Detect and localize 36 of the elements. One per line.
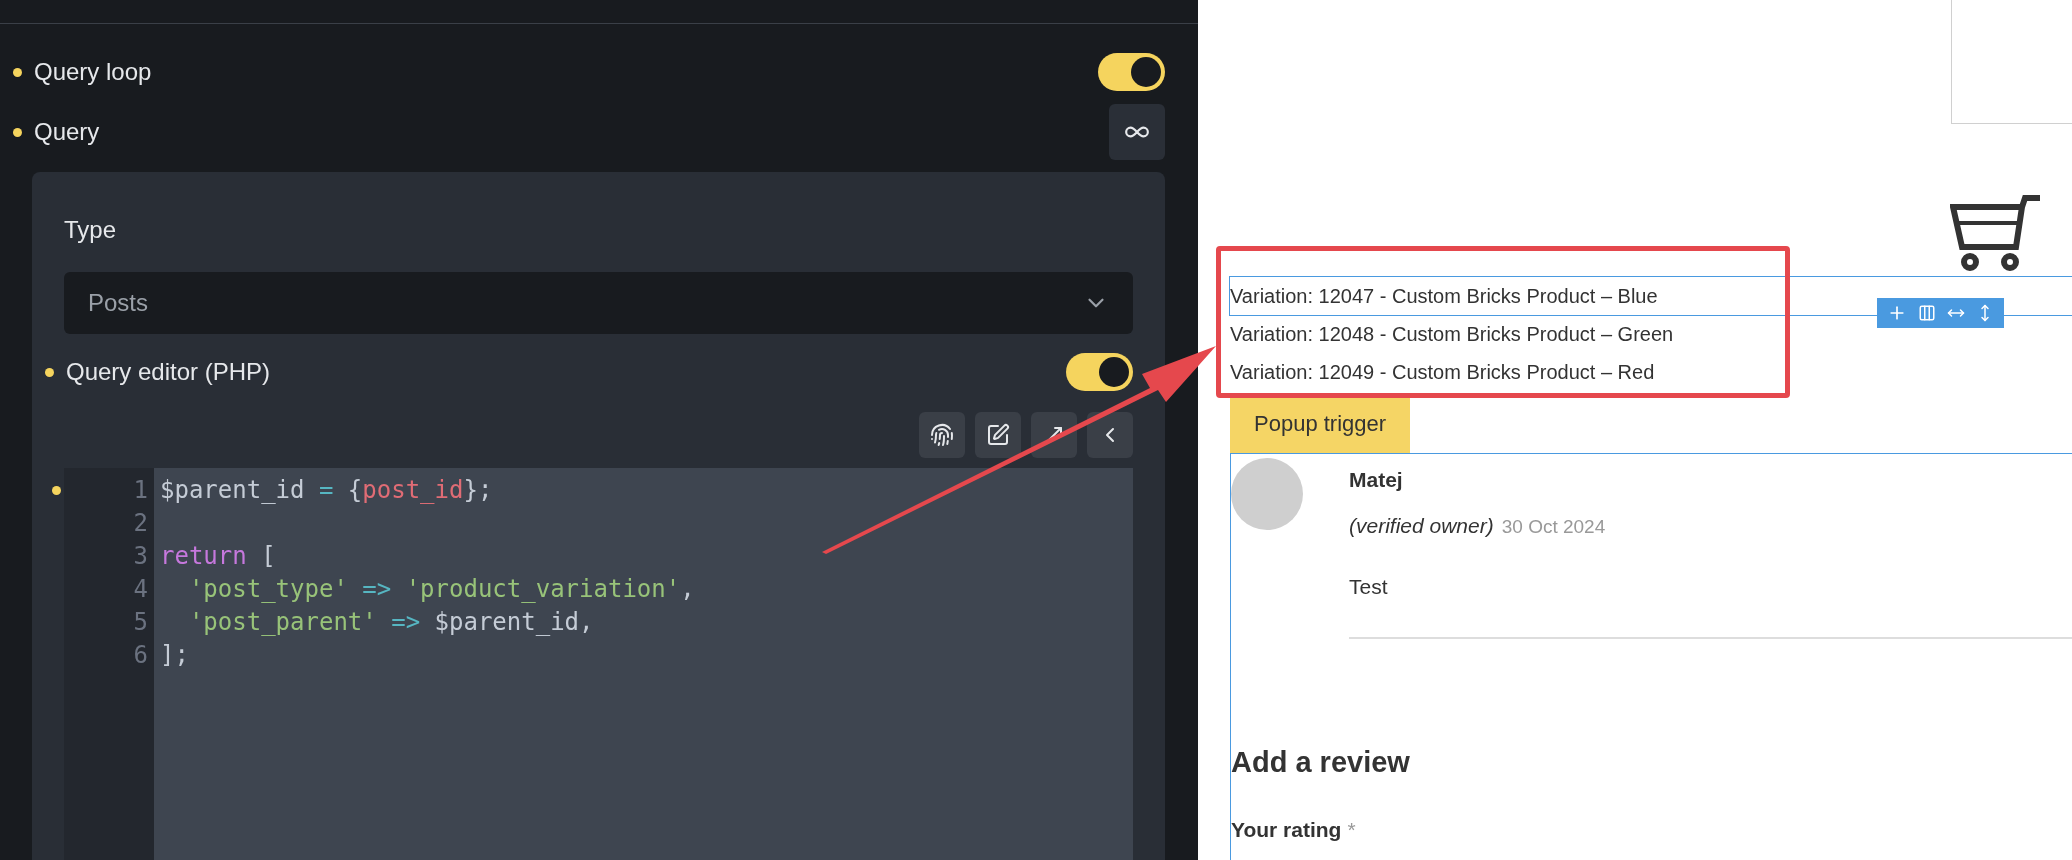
code-line: 'post_type' => 'product_variation', <box>187 575 695 603</box>
code-line: return [ <box>160 542 276 570</box>
review-author: Matej <box>1349 467 1404 493</box>
code-editor[interactable]: $parent_id = {post_id}; return [ 'post_type' => 'product_variation', 'post_parent' => $parent_id, ]; <box>154 468 1133 860</box>
setting-label: Query editor (PHP) <box>66 357 271 387</box>
variation-item: Variation: 12048 - Custom Bricks Product – Green <box>1230 322 1675 347</box>
cart-icon <box>1950 195 2042 273</box>
line-number: 6 <box>133 640 148 671</box>
field-label: Your rating <box>1231 817 1342 843</box>
review-text: Test <box>1349 574 1389 600</box>
type-select[interactable]: Posts <box>64 272 1133 334</box>
setting-label: Query loop <box>34 57 152 87</box>
line-number: 3 <box>133 541 148 572</box>
required-mark: * <box>1347 817 1356 843</box>
variation-item: Variation: 12047 - Custom Bricks Product – Blue <box>1230 277 2072 315</box>
toolbar-button[interactable] <box>919 412 965 458</box>
setting-label: Query <box>34 117 100 147</box>
toolbar-button[interactable] <box>975 412 1021 458</box>
fingerprint-icon <box>930 423 954 447</box>
variation-item: Variation: 12049 - Custom Bricks Product – Red <box>1230 360 1656 385</box>
code-line: $parent_id = {post_id}; <box>160 476 493 504</box>
toggle-switch[interactable] <box>1066 353 1133 391</box>
line-number: 2 <box>133 508 148 539</box>
field-label: Type <box>64 215 118 245</box>
columns-icon[interactable] <box>1917 304 1936 322</box>
line-number: 4 <box>133 574 148 605</box>
review-date: 30 Oct 2024 <box>1501 514 1606 539</box>
line-number: 5 <box>133 607 148 638</box>
code-line: ]; <box>160 641 189 669</box>
toggle-switch[interactable] <box>1098 53 1165 91</box>
code-line: 'post_parent' => $parent_id, <box>187 608 594 636</box>
query-loop-button[interactable] <box>1109 104 1165 160</box>
line-number: 1 <box>133 475 148 506</box>
pencil-square-icon <box>986 423 1010 447</box>
section-heading: Add a review <box>1231 744 1411 780</box>
verified-label: (verified owner) <box>1349 512 1494 539</box>
